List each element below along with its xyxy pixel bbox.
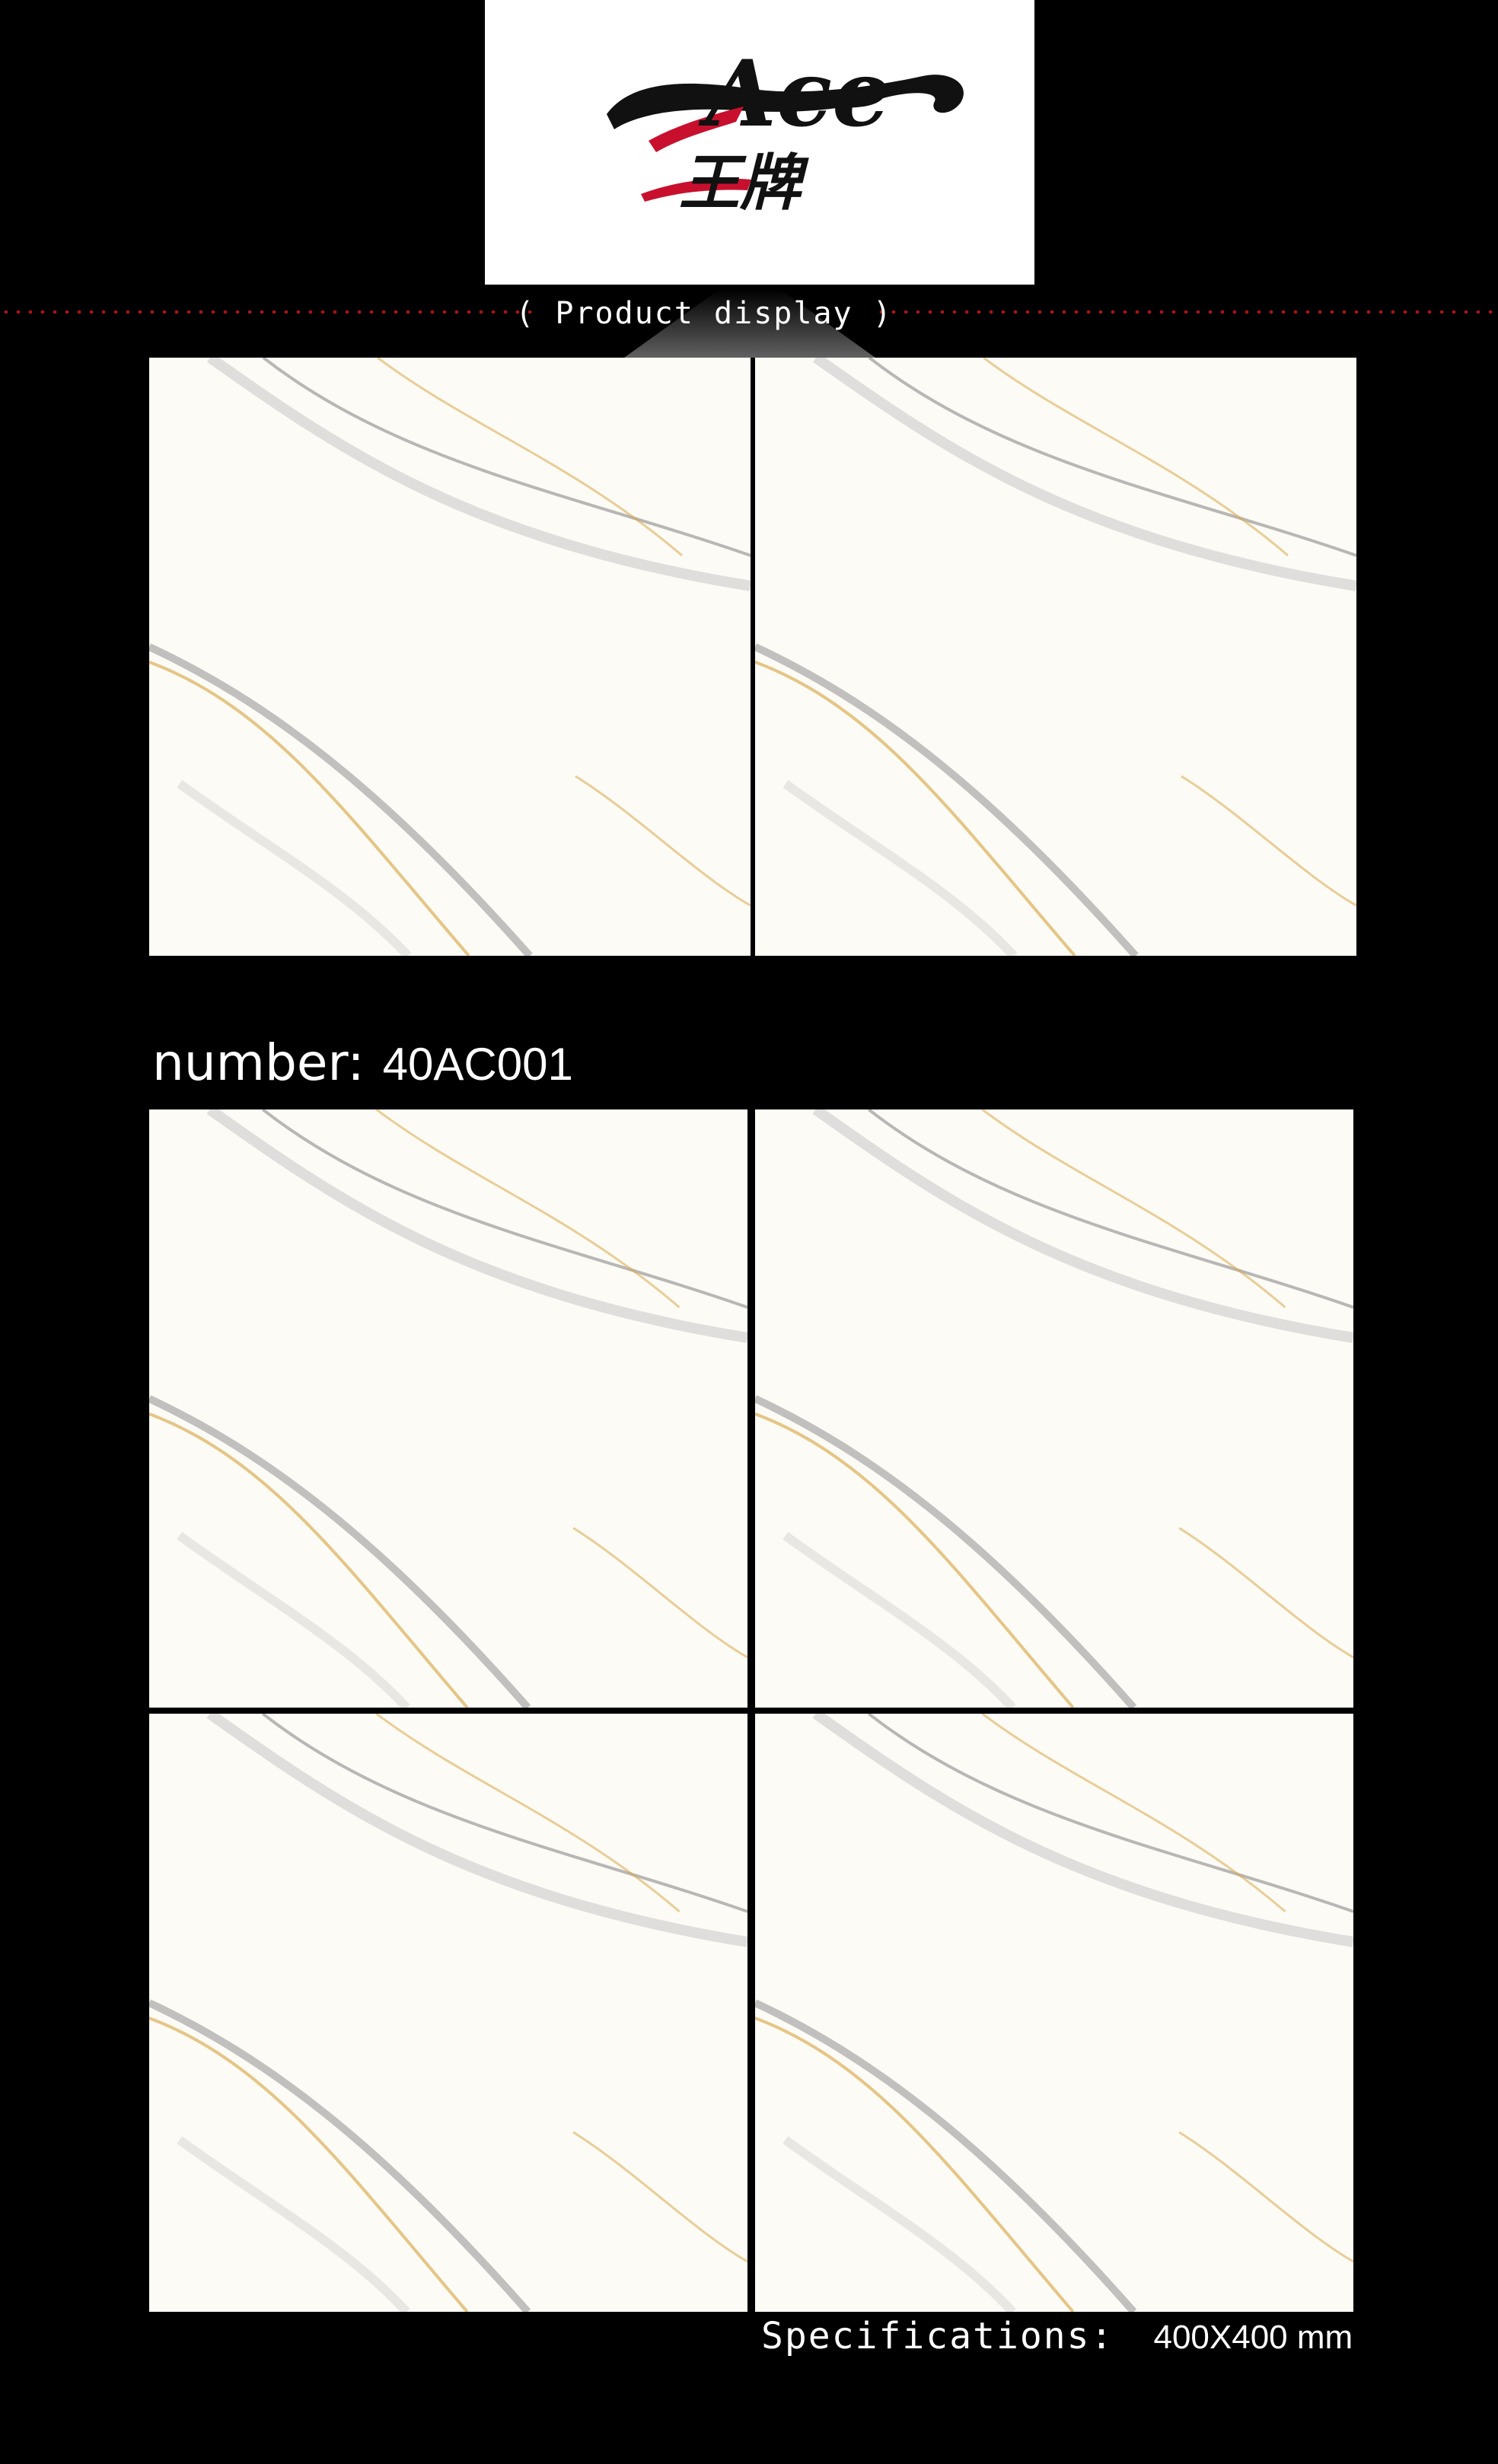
marble-tile-bottom-right: [755, 1714, 1353, 2312]
section-title: ( Product display ): [515, 296, 893, 331]
marble-texture-icon: [149, 1714, 747, 2312]
marble-tile-top-left: [149, 358, 751, 956]
brand-logo: Ace 王牌: [485, 0, 1034, 285]
marble-tile-top-right: [755, 358, 1356, 956]
marble-texture-icon: [755, 1714, 1353, 2312]
marble-tile-bottom-left: [149, 1714, 747, 2312]
marble-tile-mid-right: [755, 1109, 1353, 1708]
dotted-divider-left: [0, 310, 533, 314]
marble-texture-icon: [149, 358, 751, 956]
product-number-label: number:: [152, 1033, 365, 1092]
logo-cjk-text: 王牌: [679, 148, 809, 218]
specifications-value: 400X400 mm: [1153, 2319, 1353, 2356]
product-number: number: 40AC001: [152, 1033, 573, 1094]
marble-tile-mid-left: [149, 1109, 747, 1708]
logo-latin-text: Ace: [698, 40, 891, 148]
ace-logo-icon: Ace 王牌: [607, 40, 964, 218]
dotted-divider-right: [875, 310, 1498, 314]
marble-texture-icon: [755, 1109, 1353, 1708]
marble-texture-icon: [755, 358, 1356, 956]
specifications-label: Specifications:: [761, 2315, 1114, 2357]
product-number-value: 40AC001: [382, 1039, 573, 1090]
marble-texture-icon: [149, 1109, 747, 1708]
specifications: Specifications: 400X400 mm: [761, 2315, 1353, 2368]
